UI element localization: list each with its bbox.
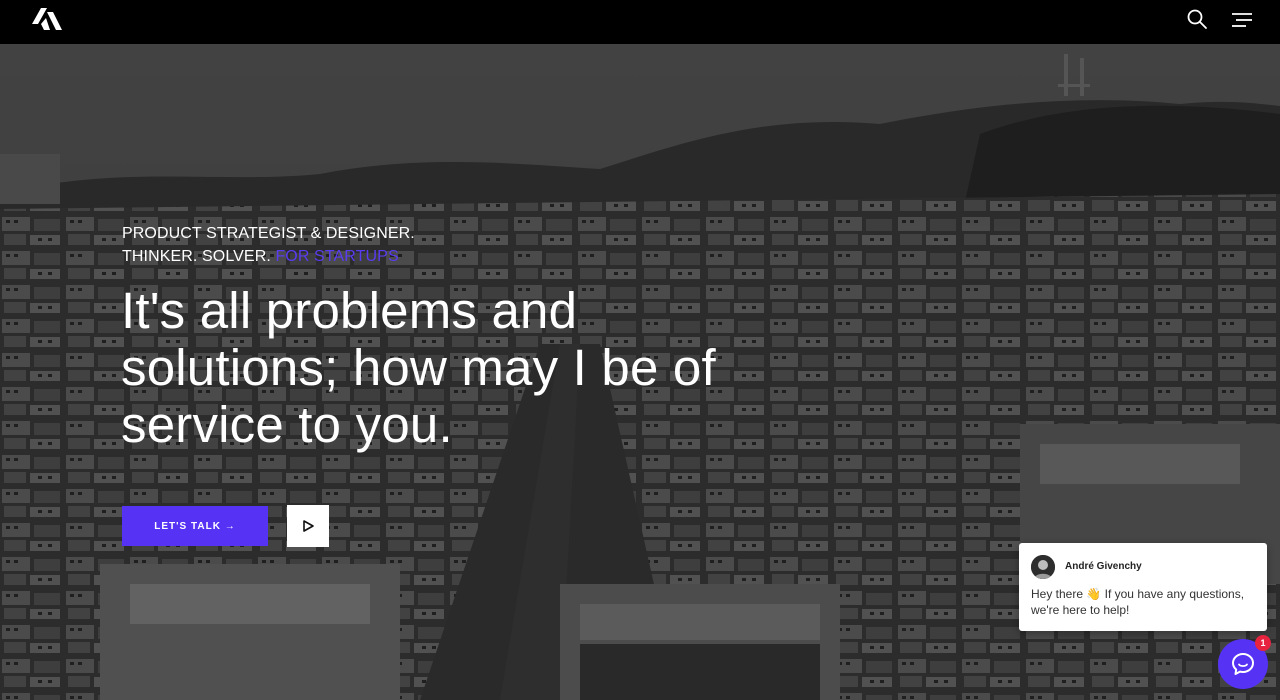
- chat-agent-name: André Givenchy: [1065, 561, 1142, 572]
- hero-tagline: PRODUCT STRATEGIST & DESIGNER. THINKER. …: [122, 222, 415, 268]
- unread-count-badge: 1: [1255, 635, 1271, 651]
- chat-greeting-card[interactable]: André Givenchy Hey there 👋 If you have a…: [1019, 543, 1267, 631]
- tagline-line-2: THINKER. SOLVER. FOR STARTUPS: [122, 245, 415, 268]
- headline-line-2: solutions; how may I be of: [121, 339, 716, 396]
- hero-headline: It's all problems and solutions; how may…: [121, 282, 741, 453]
- tagline-accent: FOR STARTUPS: [275, 248, 399, 265]
- top-nav-bar: [0, 0, 1280, 44]
- avatar: [1031, 555, 1055, 579]
- logo-icon[interactable]: [32, 8, 64, 32]
- headline-line-1: It's all problems and: [121, 282, 578, 339]
- avatar-person-icon: [1031, 555, 1055, 579]
- lets-talk-button[interactable]: LET'S TALK →: [122, 506, 268, 546]
- search-icon[interactable]: [1186, 8, 1208, 30]
- play-video-button[interactable]: [287, 505, 329, 547]
- tagline-line-2-text: THINKER. SOLVER.: [122, 248, 271, 265]
- headline-line-3: service to you.: [121, 396, 453, 453]
- hamburger-menu-icon[interactable]: [1230, 11, 1254, 29]
- play-icon: [303, 520, 314, 532]
- chat-message: Hey there 👋 If you have any questions, w…: [1031, 587, 1245, 617]
- tagline-line-1: PRODUCT STRATEGIST & DESIGNER.: [122, 225, 415, 242]
- chat-bubble-icon: [1232, 653, 1254, 675]
